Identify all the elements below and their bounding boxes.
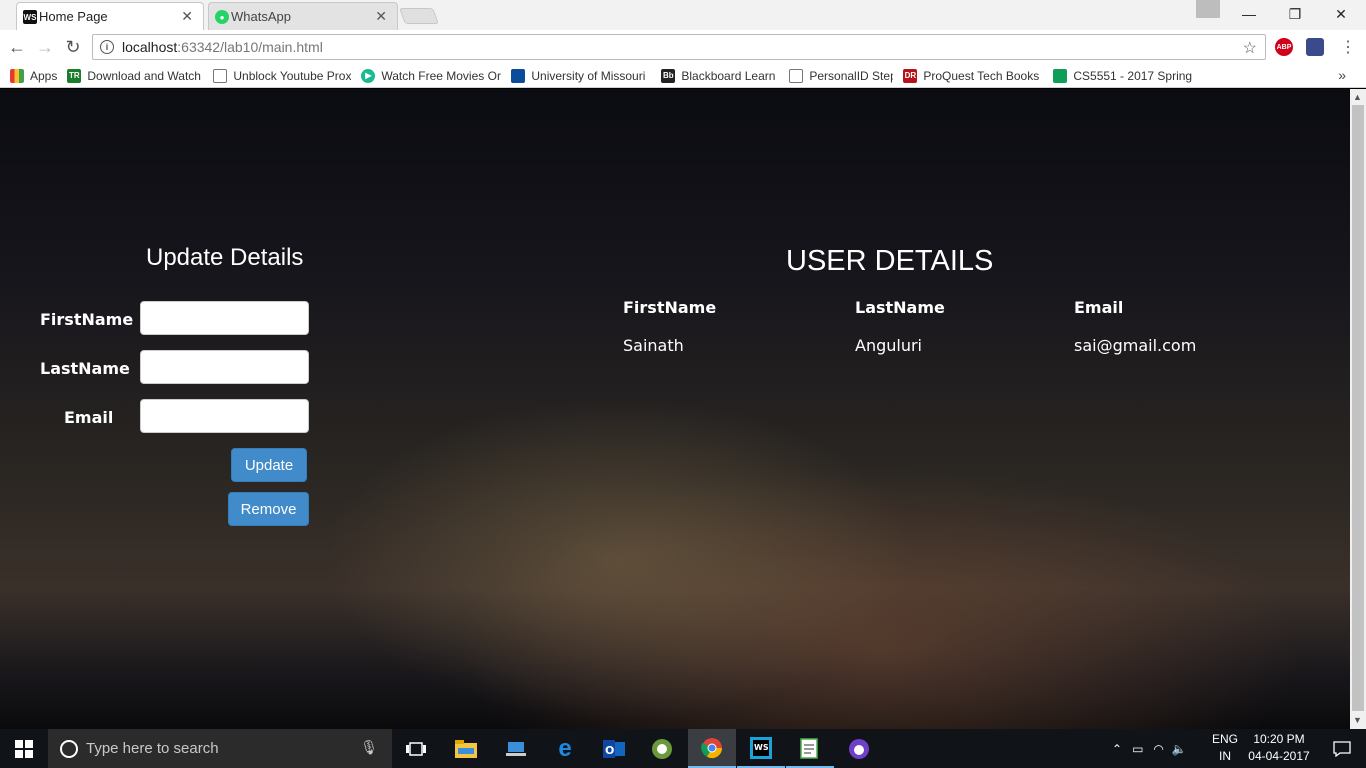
scroll-up-icon[interactable]: ▲ [1353, 92, 1362, 102]
bookmark-item[interactable]: CS5551 - 2017 Spring [1053, 68, 1193, 83]
file-explorer-icon[interactable] [442, 729, 490, 768]
email-label: Email [64, 408, 114, 427]
show-hidden-icons-icon[interactable]: ⌃ [1112, 742, 1122, 756]
taskbar-search[interactable]: Type here to search 🎙 [48, 729, 392, 768]
notepad-icon[interactable] [786, 729, 834, 768]
firstname-input[interactable] [140, 301, 309, 335]
close-tab-icon[interactable]: ✕ [375, 8, 387, 25]
page-icon [789, 68, 804, 83]
url-path: :63342/lab10/main.html [177, 39, 323, 55]
info-icon[interactable]: i [100, 40, 114, 54]
action-center-icon[interactable] [1318, 729, 1366, 768]
chrome-icon[interactable] [688, 729, 736, 768]
search-placeholder: Type here to search [86, 740, 219, 757]
volume-icon[interactable]: 🔈 [1172, 742, 1187, 756]
whatsapp-icon: ● [215, 10, 229, 24]
sheets-icon [1053, 68, 1068, 83]
input-language[interactable]: ENG IN [1210, 731, 1240, 765]
minimize-icon[interactable]: — [1226, 0, 1272, 28]
desktop-app-icon[interactable] [492, 729, 540, 768]
tab-label: Home Page [39, 9, 108, 24]
edge-browser-icon[interactable]: e [541, 729, 589, 768]
proquest-icon: DR [903, 68, 918, 83]
close-tab-icon[interactable]: ✕ [181, 8, 193, 25]
table-cell-email[interactable]: sai@gmail.com [1074, 336, 1196, 355]
apps-grid-icon [10, 68, 24, 83]
github-desktop-icon[interactable] [835, 729, 883, 768]
page-icon [213, 68, 228, 83]
email-input[interactable] [140, 399, 309, 433]
firstname-label: FirstName [40, 310, 134, 329]
table-header-email: Email [1074, 298, 1124, 317]
bookmark-apps[interactable]: Apps [10, 68, 57, 83]
new-tab-button[interactable] [399, 8, 439, 24]
microphone-icon[interactable]: 🎙 [360, 739, 378, 756]
table-cell-firstname[interactable]: Sainath [623, 336, 684, 355]
table-title: USER DETAILS [786, 245, 994, 277]
clock-time: 10:20 PM [1253, 732, 1305, 746]
svg-text:O: O [605, 744, 614, 757]
tab-label: WhatsApp [231, 9, 291, 24]
bookmark-item[interactable]: TR Download and Watch [67, 68, 203, 83]
extension-icon[interactable] [1306, 38, 1324, 56]
bookmark-item[interactable]: Unblock Youtube Prox [213, 68, 351, 83]
remove-button[interactable]: Remove [228, 492, 309, 526]
umkc-icon [511, 68, 526, 83]
outlook-icon[interactable]: O [590, 729, 638, 768]
tab-home-page[interactable]: WS Home Page ✕ [16, 2, 204, 30]
page-scrollbar[interactable]: ▲ ▼ [1350, 89, 1366, 729]
wifi-icon[interactable]: ◠ [1153, 742, 1163, 756]
form-title: Update Details [146, 244, 304, 271]
close-window-icon[interactable]: ✕ [1318, 0, 1364, 28]
profile-icon[interactable] [1196, 0, 1220, 18]
tab-whatsapp[interactable]: ● WhatsApp ✕ [208, 2, 398, 30]
table-cell-lastname[interactable]: Anguluri [855, 336, 922, 355]
tr-icon: TR [67, 68, 82, 83]
url-host: localhost [122, 39, 178, 55]
clock-date: 04-04-2017 [1248, 749, 1310, 763]
svg-text:WS: WS [754, 743, 769, 752]
lastname-input[interactable] [140, 350, 309, 384]
browser-toolbar: ← → ↻ i localhost:63342/lab10/main.html … [0, 30, 1366, 64]
adblock-plus-icon[interactable]: ABP [1275, 38, 1293, 56]
menu-icon[interactable]: ⋮ [1336, 35, 1360, 59]
scrollbar-thumb[interactable] [1352, 105, 1364, 711]
android-studio-icon[interactable] [638, 729, 686, 768]
bookmark-star-icon[interactable]: ☆ [1243, 38, 1257, 58]
bookmark-item[interactable]: ▶ Watch Free Movies Or [361, 68, 501, 83]
table-header-firstname: FirstName [623, 298, 717, 317]
battery-icon[interactable]: ▭ [1132, 742, 1143, 756]
webstorm-icon[interactable]: WS [737, 729, 785, 768]
bookmark-item[interactable]: DR ProQuest Tech Books [903, 68, 1043, 83]
forward-icon[interactable]: → [33, 35, 57, 59]
tab-strip: WS Home Page ✕ ● WhatsApp ✕ — ❐ ✕ [0, 0, 1366, 30]
more-bookmarks-icon[interactable]: » [1338, 67, 1346, 83]
blackboard-icon: Bb [661, 68, 676, 83]
task-view-icon[interactable] [392, 729, 440, 768]
back-icon[interactable]: ← [5, 35, 29, 59]
windows-taskbar: Type here to search 🎙 e O WS ⌃ ▭ ◠ 🔈 ENG… [0, 729, 1366, 768]
reload-icon[interactable]: ↻ [61, 35, 85, 59]
system-tray: ⌃ ▭ ◠ 🔈 [1112, 729, 1187, 768]
address-bar[interactable]: i localhost:63342/lab10/main.html ☆ [92, 34, 1266, 60]
play-icon: ▶ [361, 68, 376, 83]
cortana-icon [60, 739, 78, 758]
bookmarks-bar: Apps TR Download and Watch Unblock Youtu… [0, 64, 1366, 88]
table-header-lastname: LastName [855, 298, 945, 317]
restore-icon[interactable]: ❐ [1272, 0, 1318, 28]
scroll-down-icon[interactable]: ▼ [1353, 715, 1362, 725]
page-content: Update Details FirstName LastName Email … [0, 89, 1350, 729]
bookmark-item[interactable]: Bb Blackboard Learn [661, 68, 779, 83]
bookmark-item[interactable]: PersonalID Step [789, 68, 893, 83]
windows-logo-icon [15, 739, 33, 758]
taskbar-clock[interactable]: 10:20 PM 04-04-2017 [1244, 731, 1314, 765]
update-button[interactable]: Update [231, 448, 307, 482]
lastname-label: LastName [40, 359, 130, 378]
bookmark-item[interactable]: University of Missouri [511, 68, 651, 83]
start-button[interactable] [0, 729, 48, 768]
webstorm-icon: WS [23, 10, 37, 24]
